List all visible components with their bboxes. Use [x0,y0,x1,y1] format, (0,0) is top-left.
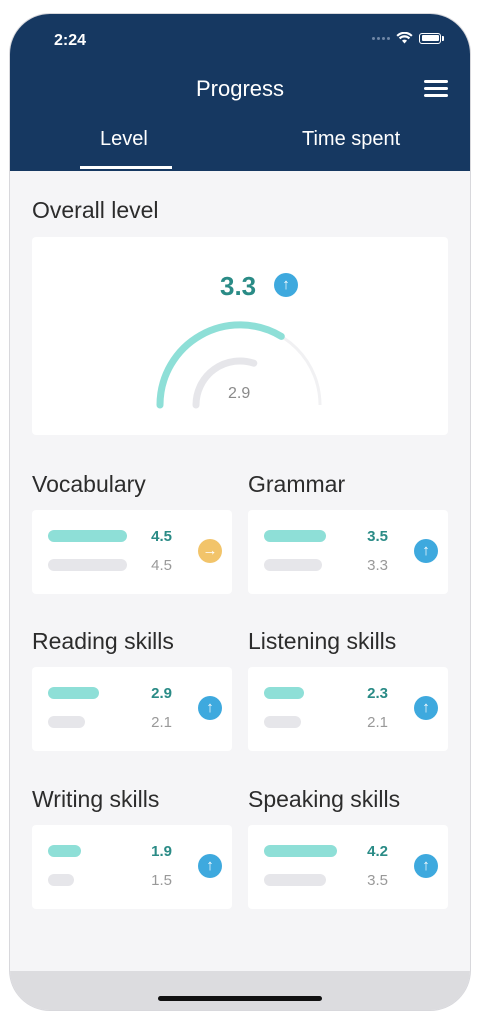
status-time: 2:24 [54,32,87,49]
current-level-bar [48,687,99,699]
current-level-value: 2.9 [151,685,172,702]
previous-level-value: 3.3 [367,557,388,574]
previous-level-bar [264,716,301,728]
skill-title-speaking: Speaking skills [248,786,401,812]
overall-level-card: 3.3 ↑ 2.9 [32,237,448,435]
app-header: 2:24 Progress Level Time spent [10,14,470,171]
home-indicator[interactable] [158,996,322,1001]
previous-level-value: 3.5 [367,872,388,889]
arrow-right-circle-icon: → [198,539,222,563]
hamburger-menu-icon[interactable] [424,80,448,98]
previous-level-bar [48,874,74,886]
phone-screen: 2:24 Progress Level Time spent Overall l… [10,14,470,1010]
current-level-bar [48,530,127,542]
previous-level-bar [264,874,326,886]
status-icons [372,32,444,44]
overall-gauge [156,321,322,409]
skill-card-writing[interactable]: 1.9 1.5 ↑ [32,825,232,909]
arrow-up-circle-icon: ↑ [414,696,438,720]
previous-level-value: 2.1 [367,714,388,731]
arrow-up-circle-icon: ↑ [414,539,438,563]
skill-card-grammar[interactable]: 3.5 3.3 ↑ [248,510,448,594]
previous-level-value: 2.1 [151,714,172,731]
cellular-signal-icon [372,36,390,40]
arrow-up-circle-icon: ↑ [198,696,222,720]
current-level-value: 1.9 [151,843,172,860]
active-tab-indicator [80,166,172,169]
current-level-bar [264,687,304,699]
overall-previous-value: 2.9 [228,385,251,402]
skill-title-writing: Writing skills [32,786,160,812]
previous-level-bar [264,559,322,571]
previous-level-value: 1.5 [151,872,172,889]
battery-icon [419,32,441,44]
previous-level-bar [48,716,85,728]
overall-level-title: Overall level [32,197,159,223]
previous-level-bar [48,559,127,571]
current-level-value: 2.3 [367,685,388,702]
current-level-bar [48,845,81,857]
progress-content: Overall level 3.3 ↑ 2.9 Vocabulary Gramm… [10,171,470,971]
battery-nub [442,35,444,41]
skill-card-speaking[interactable]: 4.2 3.5 ↑ [248,825,448,909]
current-level-value: 4.5 [151,528,172,545]
skill-card-vocabulary[interactable]: 4.5 4.5 → [32,510,232,594]
wifi-icon [396,32,413,44]
tab-level[interactable]: Level [100,128,148,151]
previous-level-value: 4.5 [151,557,172,574]
arrow-up-circle-icon: ↑ [414,854,438,878]
skill-title-listening: Listening skills [248,628,397,654]
current-level-bar [264,530,326,542]
current-level-bar [264,845,337,857]
skill-card-listening[interactable]: 2.3 2.1 ↑ [248,667,448,751]
current-level-value: 3.5 [367,528,388,545]
skill-title-reading: Reading skills [32,628,174,654]
page-title: Progress [195,76,285,101]
current-level-value: 4.2 [367,843,388,860]
skill-card-reading[interactable]: 2.9 2.1 ↑ [32,667,232,751]
skill-title-grammar: Grammar [248,471,346,497]
arrow-up-circle-icon: ↑ [198,854,222,878]
skill-title-vocabulary: Vocabulary [32,471,146,497]
home-bar-area [10,971,470,1010]
tab-time-spent[interactable]: Time spent [302,128,400,151]
